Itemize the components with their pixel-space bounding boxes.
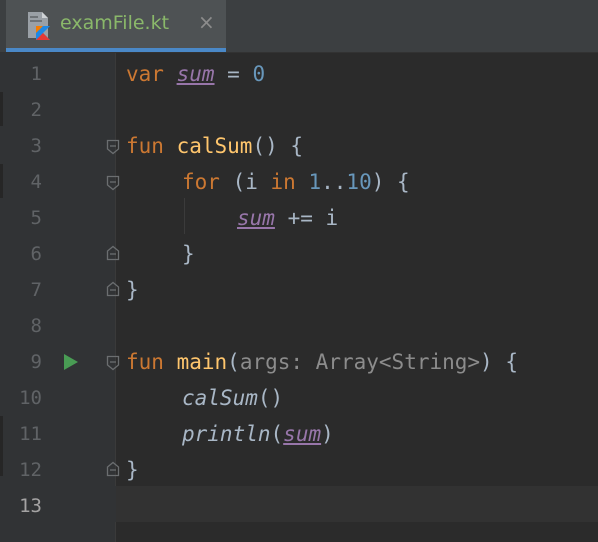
code-line-12[interactable]: } <box>126 452 139 488</box>
close-icon[interactable]: × <box>198 10 215 34</box>
tab-title: examFile.kt <box>60 12 170 34</box>
keyword: var <box>126 62 164 86</box>
line-number-current: 13 <box>19 495 42 517</box>
line-number: 7 <box>30 279 42 301</box>
line-number: 10 <box>19 387 42 409</box>
line-number: 11 <box>19 423 42 445</box>
code-text: ) { <box>371 170 410 194</box>
kotlin-file-icon <box>28 12 50 40</box>
tab-examfile[interactable]: examFile.kt × <box>6 0 226 52</box>
keyword: fun <box>126 350 164 374</box>
run-icon[interactable] <box>64 354 78 370</box>
line-number: 9 <box>30 351 42 373</box>
code-text: ) <box>321 422 334 446</box>
code-text: } <box>182 242 195 266</box>
code-text: (i <box>219 170 271 194</box>
line-number: 2 <box>30 99 42 121</box>
keyword: fun <box>126 134 164 158</box>
fold-open-icon[interactable] <box>106 355 120 371</box>
variable: sum <box>237 206 275 230</box>
fold-close-icon[interactable] <box>106 245 120 261</box>
function-name: main <box>176 350 228 374</box>
line-number: 6 <box>30 243 42 265</box>
number: 0 <box>252 62 266 86</box>
line-number: 4 <box>30 171 42 193</box>
code-line-1[interactable]: var sum = 0 <box>126 56 265 92</box>
fold-close-icon[interactable] <box>106 461 120 477</box>
fold-close-icon[interactable] <box>106 281 120 297</box>
code-line-4[interactable]: for (i in 1..10) { <box>182 164 410 200</box>
code-line-6[interactable]: } <box>182 236 195 272</box>
code-line-9[interactable]: fun main(args: Array<String>) { <box>126 344 518 380</box>
function-name: calSum <box>176 134 253 158</box>
code-text: () { <box>252 134 304 158</box>
code-text: ( <box>270 422 284 446</box>
keyword: for <box>182 170 220 194</box>
number: 1 <box>308 170 322 194</box>
code-text: .. <box>321 170 347 194</box>
editor-tab-bar: examFile.kt × <box>0 0 598 53</box>
function-call: println <box>182 422 271 446</box>
function-call: calSum <box>182 386 258 410</box>
variable: sum <box>176 62 215 86</box>
fold-open-icon[interactable] <box>106 139 120 155</box>
line-number: 3 <box>30 135 42 157</box>
line-number: 8 <box>30 315 42 337</box>
indent-guide <box>184 198 185 234</box>
line-number: 1 <box>30 63 42 85</box>
code-line-11[interactable]: println(sum) <box>182 416 334 452</box>
code-text: ) { <box>480 350 518 374</box>
parameter: args: Array<String> <box>239 350 481 374</box>
code-line-5[interactable]: sum += i <box>237 200 338 236</box>
code-text: += i <box>274 206 339 230</box>
code-text: () <box>257 386 284 410</box>
variable: sum <box>283 422 322 446</box>
code-editor[interactable] <box>116 53 598 542</box>
line-number: 12 <box>19 459 42 481</box>
code-line-10[interactable]: calSum() <box>182 380 283 416</box>
fold-open-icon[interactable] <box>106 175 120 191</box>
code-line-7[interactable]: } <box>126 272 139 308</box>
code-line-3[interactable]: fun calSum() { <box>126 128 303 164</box>
operator: = <box>214 62 253 86</box>
number: 10 <box>346 170 372 194</box>
code-text: } <box>126 278 139 302</box>
line-number: 5 <box>30 207 42 229</box>
keyword: in <box>270 170 296 194</box>
code-text: ( <box>227 350 240 374</box>
current-line-highlight <box>0 486 598 522</box>
code-text: } <box>126 458 139 482</box>
